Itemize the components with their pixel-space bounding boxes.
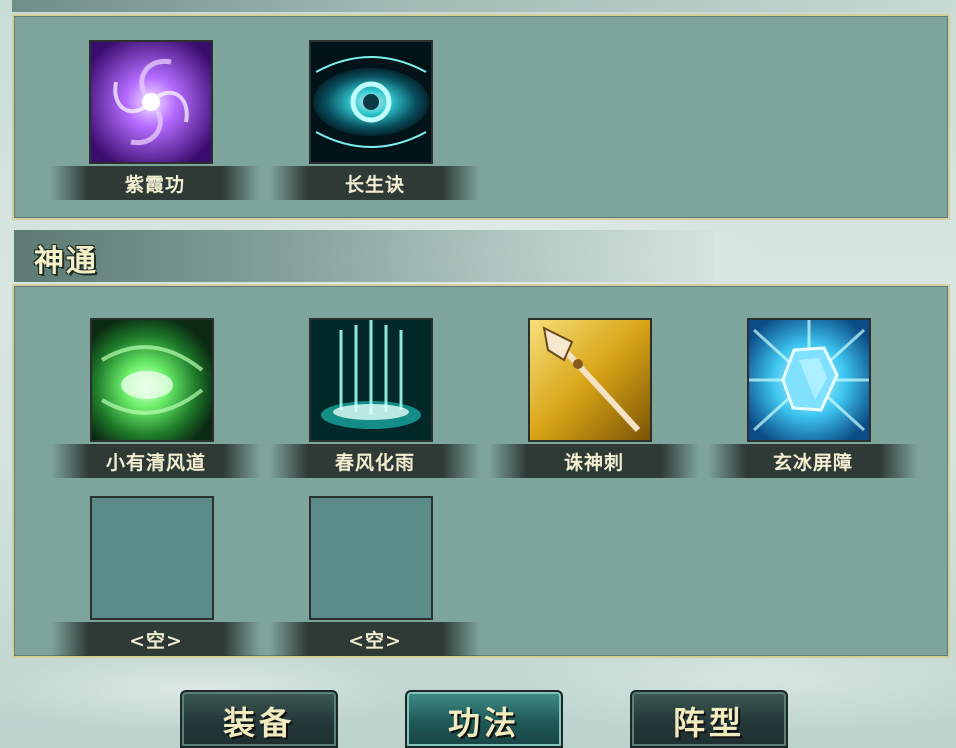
skill-label-bar: 玄冰屏障 <box>708 444 918 478</box>
skill-name: 紫霞功 <box>124 174 185 196</box>
green-whirlwind-icon <box>90 318 214 442</box>
section-title: 神通 <box>34 244 98 279</box>
skill-label-bar: 小有清风道 <box>51 444 261 478</box>
empty-slot-box <box>90 496 214 620</box>
skill-name: <空> <box>129 630 183 652</box>
ice-crystal-icon <box>747 318 871 442</box>
section-header-shentong: 神通 <box>14 230 714 282</box>
skill-label-bar: <空> <box>51 622 261 656</box>
skill-slot-zixiagong[interactable]: 紫霞功 <box>50 40 260 200</box>
skill-label-bar: <空> <box>270 622 480 656</box>
skill-label-bar: 春风化雨 <box>270 444 480 478</box>
skill-name: 长生诀 <box>344 174 405 196</box>
skill-name: 小有清风道 <box>105 452 206 474</box>
empty-skill-slot[interactable]: <空> <box>270 496 480 656</box>
skill-name: 玄冰屏障 <box>772 452 853 474</box>
tab-label: 阵型 <box>672 704 745 742</box>
purple-vortex-icon <box>89 40 213 164</box>
empty-skill-slot[interactable]: <空> <box>51 496 261 656</box>
skill-panel-top: 紫霞功 长生诀 <box>12 14 950 220</box>
tab-techniques[interactable]: 功法 <box>405 690 563 748</box>
skill-label-bar: 长生诀 <box>270 166 480 200</box>
empty-slot-box <box>309 496 433 620</box>
top-section-header <box>12 0 952 12</box>
tab-equipment[interactable]: 装备 <box>180 690 338 748</box>
skill-name: <空> <box>348 630 402 652</box>
skill-panel-shentong: 小有清风道 春风化雨 诛神刺 玄冰屏障 <空> <空> <box>12 284 950 658</box>
skill-slot-xuanbingpingzhang[interactable]: 玄冰屏障 <box>708 318 918 478</box>
skill-slot-changshengjue[interactable]: 长生诀 <box>270 40 480 200</box>
cyan-rain-icon <box>309 318 433 442</box>
skill-name: 春风化雨 <box>334 452 415 474</box>
skill-name: 诛神刺 <box>563 452 624 474</box>
cyan-eye-icon <box>309 40 433 164</box>
tab-label: 功法 <box>447 704 520 742</box>
skill-label-bar: 诛神刺 <box>489 444 699 478</box>
skill-slot-chunfenghuayu[interactable]: 春风化雨 <box>270 318 480 478</box>
tab-formation[interactable]: 阵型 <box>630 690 788 748</box>
skill-slot-xiaoyouqingfengdao[interactable]: 小有清风道 <box>51 318 261 478</box>
skill-slot-zhushenci[interactable]: 诛神刺 <box>489 318 699 478</box>
tab-label: 装备 <box>222 704 295 742</box>
skill-label-bar: 紫霞功 <box>50 166 260 200</box>
golden-spear-icon <box>528 318 652 442</box>
